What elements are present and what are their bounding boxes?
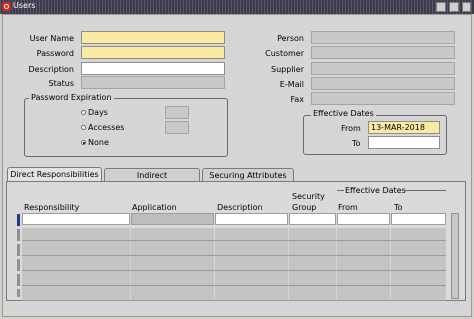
fax-label: Fax <box>290 95 304 104</box>
none-radio[interactable] <box>81 140 86 145</box>
to-date-field[interactable] <box>368 136 440 149</box>
password-expiration-group <box>24 98 228 157</box>
application-header: Application <box>132 203 177 212</box>
fax-field[interactable] <box>311 92 455 105</box>
responsibility-cell[interactable] <box>22 213 130 225</box>
from-date-field[interactable]: 13-MAR-2018 <box>368 121 440 134</box>
oracle-logo-icon <box>2 2 11 11</box>
status-field <box>81 76 225 89</box>
person-label: Person <box>277 34 304 43</box>
to-header: To <box>394 203 403 212</box>
row-markers <box>17 229 20 297</box>
effective-dates-title: Effective Dates <box>311 109 376 118</box>
to-cell[interactable] <box>391 213 446 225</box>
supplier-label: Supplier <box>271 65 304 74</box>
description-header: Description <box>217 203 263 212</box>
to-label: To <box>352 139 361 148</box>
security-header-line2: Group <box>292 203 317 212</box>
user-name-label: User Name <box>29 34 74 43</box>
maximize-icon[interactable] <box>449 2 459 12</box>
empty-grid-rows <box>22 228 446 301</box>
customer-label: Customer <box>265 49 304 58</box>
description-field[interactable] <box>81 62 225 75</box>
grid-scrollbar[interactable] <box>451 213 459 299</box>
user-name-field[interactable] <box>81 31 225 44</box>
accesses-label: Accesses <box>88 123 125 132</box>
tab-direct-responsibilities[interactable]: Direct Responsibilities <box>7 167 102 182</box>
days-field[interactable] <box>165 106 189 119</box>
tab-securing-attributes[interactable]: Securing Attributes <box>202 168 294 182</box>
email-label: E-Mail <box>279 80 304 89</box>
window-titlebar <box>0 0 474 14</box>
application-cell <box>131 213 214 225</box>
description-label: Description <box>28 65 74 74</box>
from-cell[interactable] <box>337 213 390 225</box>
from-label: From <box>341 124 361 133</box>
header-rule-left <box>337 190 344 191</box>
password-field[interactable] <box>81 46 225 59</box>
security-group-cell[interactable] <box>289 213 336 225</box>
close-icon[interactable] <box>462 2 471 12</box>
accesses-radio[interactable] <box>81 125 86 130</box>
none-label: None <box>88 138 109 147</box>
email-field[interactable] <box>311 77 455 90</box>
tab-indirect-responsibilities[interactable]: Indirect Responsibilities <box>104 168 200 193</box>
person-field[interactable] <box>311 31 455 44</box>
grid-effective-dates-header: Effective Dates <box>345 186 406 195</box>
password-label: Password <box>36 49 74 58</box>
password-expiration-title: Password Expiration <box>29 93 114 102</box>
description-cell[interactable] <box>215 213 288 225</box>
current-row-indicator <box>17 214 20 226</box>
supplier-field[interactable] <box>311 62 455 75</box>
accesses-field[interactable] <box>165 121 189 134</box>
header-rule-right <box>402 190 446 191</box>
window-title: Users <box>13 1 36 10</box>
minimize-icon[interactable] <box>436 2 446 12</box>
days-label: Days <box>88 108 108 117</box>
customer-field[interactable] <box>311 46 455 59</box>
days-radio[interactable] <box>81 110 86 115</box>
security-header-line1: Security <box>292 192 325 201</box>
from-header: From <box>338 203 358 212</box>
responsibility-header: Responsibility <box>24 203 80 212</box>
status-label: Status <box>48 79 75 88</box>
